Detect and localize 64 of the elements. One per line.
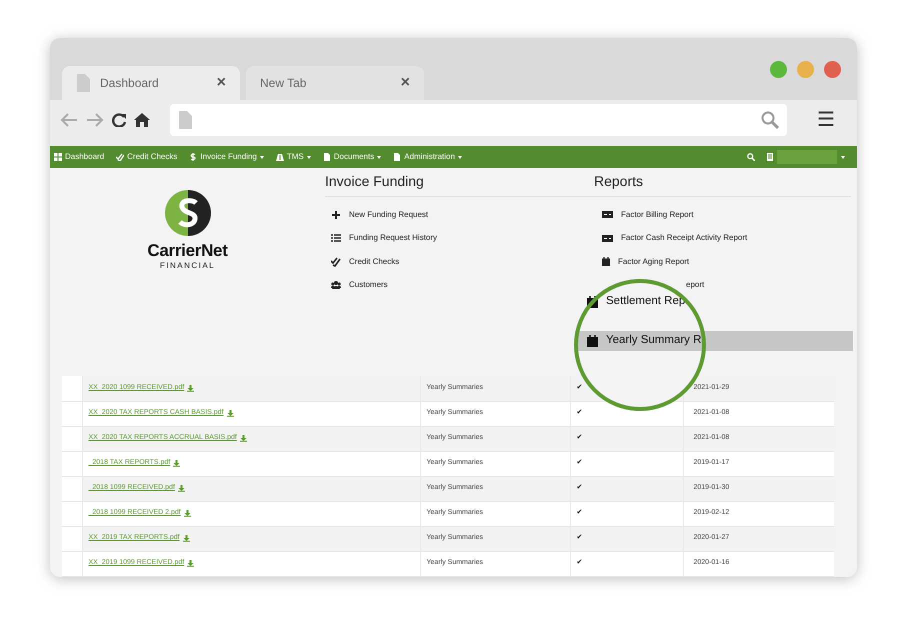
download-icon xyxy=(187,384,194,392)
menu-item[interactable]: Customers xyxy=(331,274,388,297)
home-icon[interactable] xyxy=(134,113,150,127)
document-icon xyxy=(393,153,402,161)
close-icon[interactable]: × xyxy=(216,71,226,95)
caret-icon xyxy=(841,156,845,158)
money-icon xyxy=(602,210,613,220)
download-icon xyxy=(184,510,191,517)
list-icon xyxy=(331,233,341,244)
menu-item[interactable]: Credit Checks xyxy=(331,250,400,274)
nav-item[interactable]: Invoice Funding xyxy=(189,151,264,163)
logo-icon xyxy=(164,190,210,236)
double-check-icon xyxy=(331,256,341,267)
reload-icon[interactable] xyxy=(112,113,126,127)
document-icon xyxy=(178,111,192,129)
menu-button[interactable]: ☰ xyxy=(805,110,847,130)
nav-item[interactable]: Dashboard xyxy=(54,151,104,163)
download-icon xyxy=(240,435,247,442)
browser-tab[interactable]: New Tab × xyxy=(246,66,424,100)
search-icon[interactable] xyxy=(747,153,755,161)
close-icon[interactable]: × xyxy=(400,71,410,95)
road-icon xyxy=(276,153,284,161)
caret-icon xyxy=(377,156,382,158)
menu-item[interactable]: Factor Aging Report xyxy=(602,250,690,274)
address-field[interactable] xyxy=(170,104,787,136)
double-check-icon xyxy=(116,153,124,161)
document-icon xyxy=(322,153,331,161)
close-button[interactable] xyxy=(824,60,841,78)
menu-item[interactable]: Funding Request History xyxy=(331,226,438,250)
document-icon xyxy=(76,74,90,92)
menu-item[interactable]: New Funding Request xyxy=(331,203,428,226)
dollar-icon xyxy=(189,153,198,161)
search-icon[interactable] xyxy=(761,111,779,129)
caret-icon xyxy=(260,156,264,158)
building-icon xyxy=(767,153,773,161)
download-icon xyxy=(182,535,190,542)
download-icon xyxy=(173,460,180,467)
section-heading: Invoice Funding xyxy=(325,168,595,197)
download-icon xyxy=(226,410,234,417)
maximize-button[interactable] xyxy=(770,60,787,78)
minimize-button[interactable] xyxy=(797,60,814,78)
back-icon[interactable] xyxy=(60,113,78,127)
nav-item[interactable]: Administration xyxy=(393,151,462,163)
caret-icon xyxy=(306,156,311,158)
forward-icon[interactable] xyxy=(86,113,104,127)
grid-icon xyxy=(54,153,62,161)
browser-tab[interactable]: Dashboard × xyxy=(62,66,240,100)
section-heading: Reports xyxy=(594,168,851,197)
nav-item[interactable]: TMS xyxy=(276,151,311,163)
menu-item[interactable]: Factor Billing Report xyxy=(602,203,694,226)
logo-text: CarrierNet xyxy=(147,242,228,259)
calendar-icon xyxy=(602,257,610,266)
plus-icon xyxy=(331,210,341,220)
nav-item[interactable]: Credit Checks xyxy=(116,151,178,163)
download-icon xyxy=(178,485,185,492)
download-icon xyxy=(187,560,194,567)
money-icon xyxy=(602,234,613,243)
logo-subtitle: FINANCIAL xyxy=(160,260,216,272)
users-icon xyxy=(331,280,341,290)
calendar-icon xyxy=(587,335,598,347)
nav-item[interactable]: Documents xyxy=(322,151,382,163)
menu-item[interactable]: eport xyxy=(686,274,704,297)
menu-item[interactable]: Factor Cash Receipt Activity Report xyxy=(602,226,748,250)
caret-icon xyxy=(458,156,462,158)
